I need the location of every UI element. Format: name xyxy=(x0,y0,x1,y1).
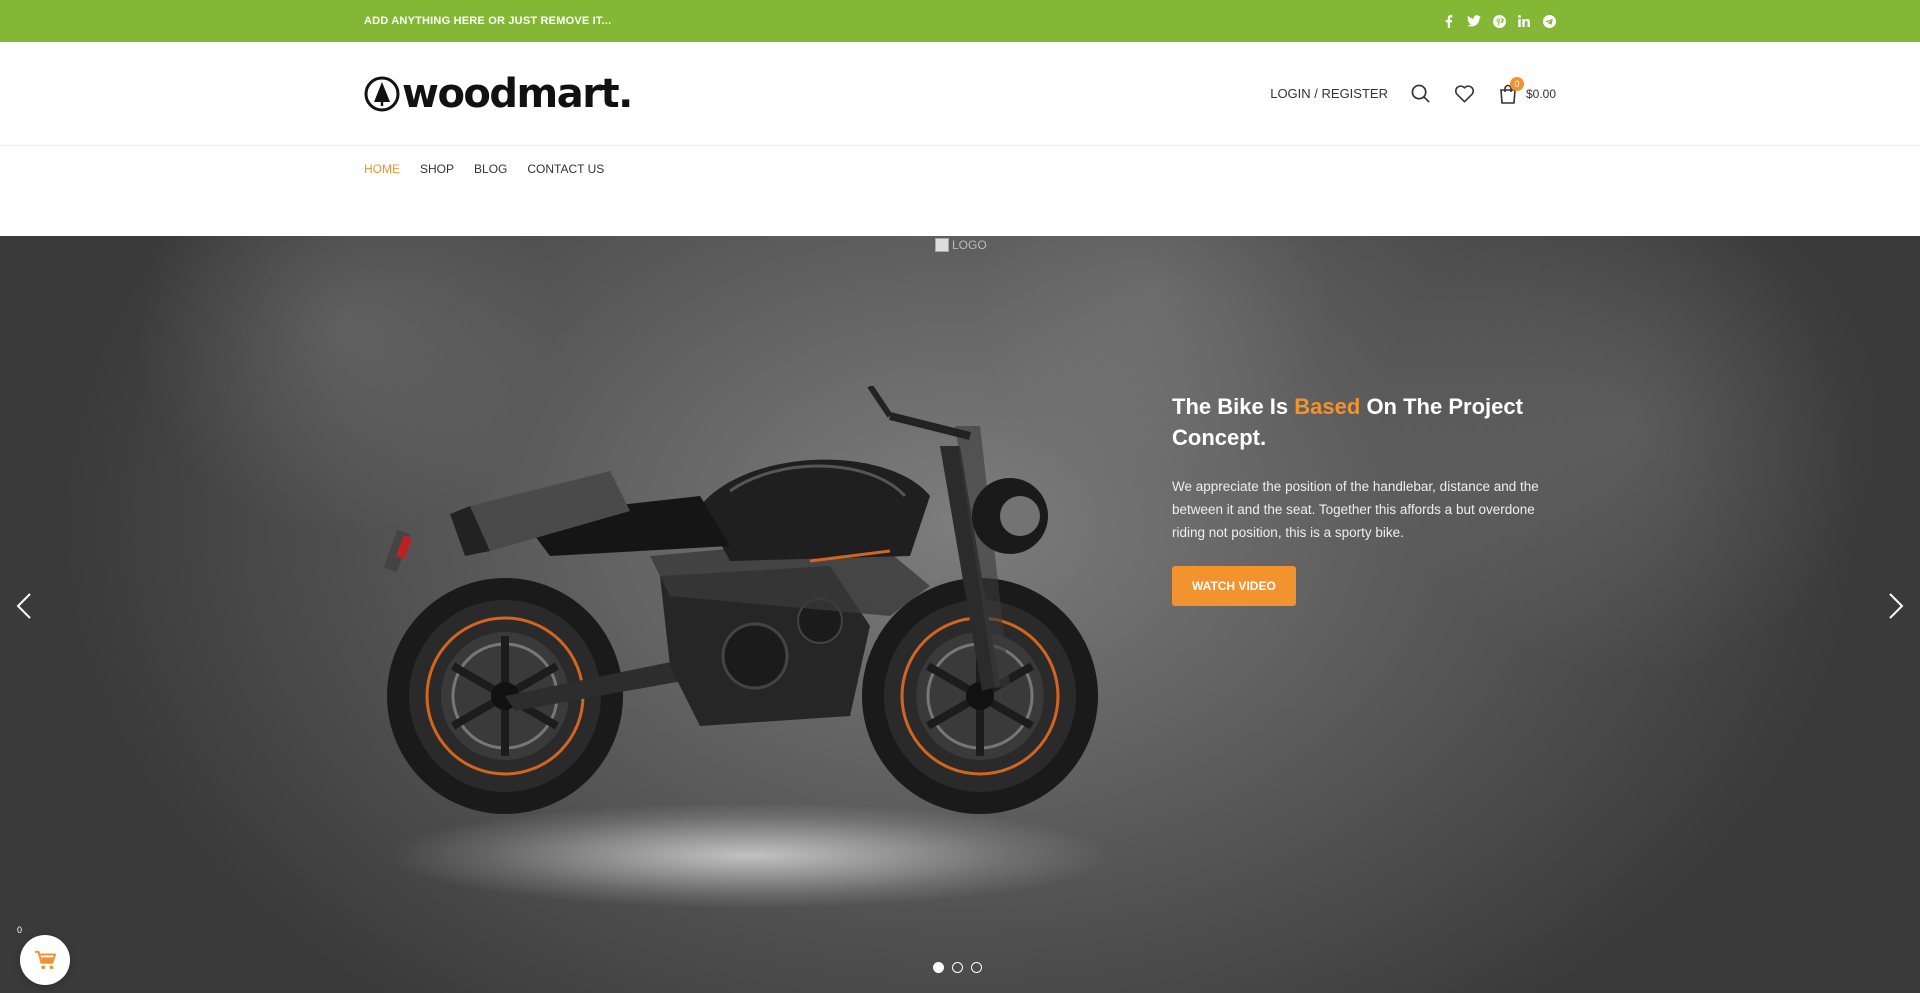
search-icon[interactable] xyxy=(1410,83,1432,105)
main-navigation: HOME SHOP BLOG CONTACT US xyxy=(0,146,1920,236)
hero-slider: LOGO The Bike Is Based On The Project Co… xyxy=(0,236,1920,993)
cart-total: $0.00 xyxy=(1525,86,1556,101)
broken-image-alt-text: LOGO xyxy=(952,238,987,252)
top-bar: ADD ANYTHING HERE OR JUST REMOVE IT... xyxy=(0,0,1920,42)
hero-description: We appreciate the position of the handle… xyxy=(1172,479,1539,540)
nav-item-home[interactable]: HOME xyxy=(364,162,400,176)
hero-content: The Bike Is Based On The Project Concept… xyxy=(1172,391,1552,606)
linkedin-icon[interactable] xyxy=(1517,14,1531,28)
broken-image-icon xyxy=(935,238,949,252)
nav-item-blog[interactable]: BLOG xyxy=(474,162,507,176)
floating-cart-count: 0 xyxy=(17,925,23,935)
telegram-icon[interactable] xyxy=(1542,14,1556,28)
slider-prev-arrow[interactable] xyxy=(12,591,36,621)
watch-video-button[interactable]: WATCH VIDEO xyxy=(1172,566,1296,606)
hero-title-part1: The Bike Is xyxy=(1172,394,1295,419)
wishlist-heart-icon[interactable] xyxy=(1454,83,1476,105)
header-cart[interactable]: 0 $0.00 xyxy=(1498,76,1556,104)
top-bar-text: ADD ANYTHING HERE OR JUST REMOVE IT... xyxy=(364,15,612,27)
slider-pagination xyxy=(933,962,982,973)
site-logo[interactable]: woodmart. xyxy=(364,70,633,117)
pinterest-icon[interactable] xyxy=(1492,14,1506,28)
tree-logo-icon xyxy=(364,76,400,111)
broken-logo-image: LOGO xyxy=(935,238,987,252)
nav-item-contact-us[interactable]: CONTACT US xyxy=(527,162,604,176)
login-register-link[interactable]: LOGIN / REGISTER xyxy=(1270,86,1388,101)
social-links xyxy=(1442,14,1556,28)
hero-title: The Bike Is Based On The Project Concept… xyxy=(1172,391,1552,453)
shopping-cart-icon xyxy=(35,950,56,970)
floating-cart-button[interactable] xyxy=(20,935,70,985)
twitter-icon[interactable] xyxy=(1467,14,1481,28)
slider-dot-3[interactable] xyxy=(971,962,982,973)
site-header: woodmart. LOGIN / REGISTER 0 $0.00 xyxy=(0,42,1920,146)
facebook-icon[interactable] xyxy=(1442,14,1456,28)
logo-text: woodmart. xyxy=(402,70,633,117)
nav-item-shop[interactable]: SHOP xyxy=(420,162,454,176)
header-tools: LOGIN / REGISTER 0 $0.00 xyxy=(1270,76,1556,105)
slider-dot-1[interactable] xyxy=(933,962,944,973)
hero-title-accent: Based xyxy=(1294,394,1361,419)
slider-dot-2[interactable] xyxy=(952,962,963,973)
slider-next-arrow[interactable] xyxy=(1884,591,1908,621)
cart-count-badge: 0 xyxy=(1509,76,1524,91)
motorcycle-image xyxy=(383,386,1098,814)
